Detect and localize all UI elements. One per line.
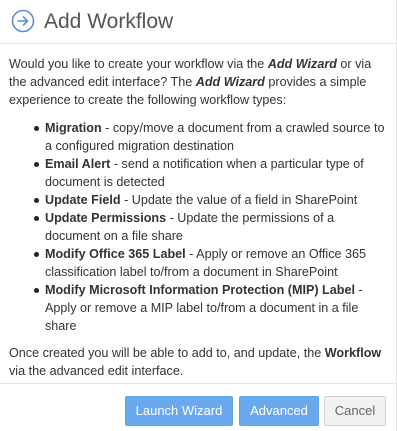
bullet-icon (34, 198, 39, 203)
dialog-title: Add Workflow (44, 10, 174, 33)
type-name: Update Permissions (45, 211, 167, 225)
list-item: Modify Microsoft Information Protection … (9, 281, 389, 335)
add-wizard-emphasis: Add Wizard (267, 57, 337, 71)
advanced-button[interactable]: Advanced (239, 396, 319, 426)
bullet-icon (34, 216, 39, 221)
arrow-right-circle-icon (11, 9, 35, 33)
intro-paragraph: Would you like to create your workflow v… (9, 55, 389, 109)
list-item: Update Permissions - Update the permissi… (9, 209, 389, 245)
bullet-icon (34, 288, 39, 293)
dialog-header: Add Workflow (0, 0, 396, 44)
type-name: Email Alert (45, 157, 111, 171)
add-wizard-emphasis-2: Add Wizard (195, 75, 265, 89)
cancel-button[interactable]: Cancel (324, 396, 386, 426)
workflow-emphasis: Workflow (324, 346, 382, 360)
type-description: - Update the value of a field in SharePo… (120, 193, 358, 207)
dialog-footer: Launch Wizard Advanced Cancel (0, 383, 396, 431)
launch-wizard-button[interactable]: Launch Wizard (125, 396, 233, 426)
type-name: Update Field (45, 193, 121, 207)
outro-paragraph: Once created you will be able to add to,… (9, 344, 389, 380)
dialog-body: Would you like to create your workflow v… (9, 55, 389, 380)
bullet-icon (34, 162, 39, 167)
type-name: Modify Microsoft Information Protection … (45, 283, 355, 297)
bullet-icon (34, 252, 39, 257)
list-item: Modify Office 365 Label - Apply or remov… (9, 245, 389, 281)
add-workflow-dialog: Add Workflow Would you like to create yo… (0, 0, 397, 431)
workflow-types-list: Migration - copy/move a document from a … (9, 119, 389, 335)
outro-text-2: via the advanced edit interface. (9, 364, 184, 378)
bullet-icon (34, 126, 39, 131)
outro-text-1: Once created you will be able to add to,… (9, 346, 325, 360)
list-item: Email Alert - send a notification when a… (9, 155, 389, 191)
type-name: Modify Office 365 Label (45, 247, 186, 261)
type-name: Migration (45, 121, 102, 135)
list-item: Update Field - Update the value of a fie… (9, 191, 389, 209)
list-item: Migration - copy/move a document from a … (9, 119, 389, 155)
intro-text-1: Would you like to create your workflow v… (9, 57, 268, 71)
